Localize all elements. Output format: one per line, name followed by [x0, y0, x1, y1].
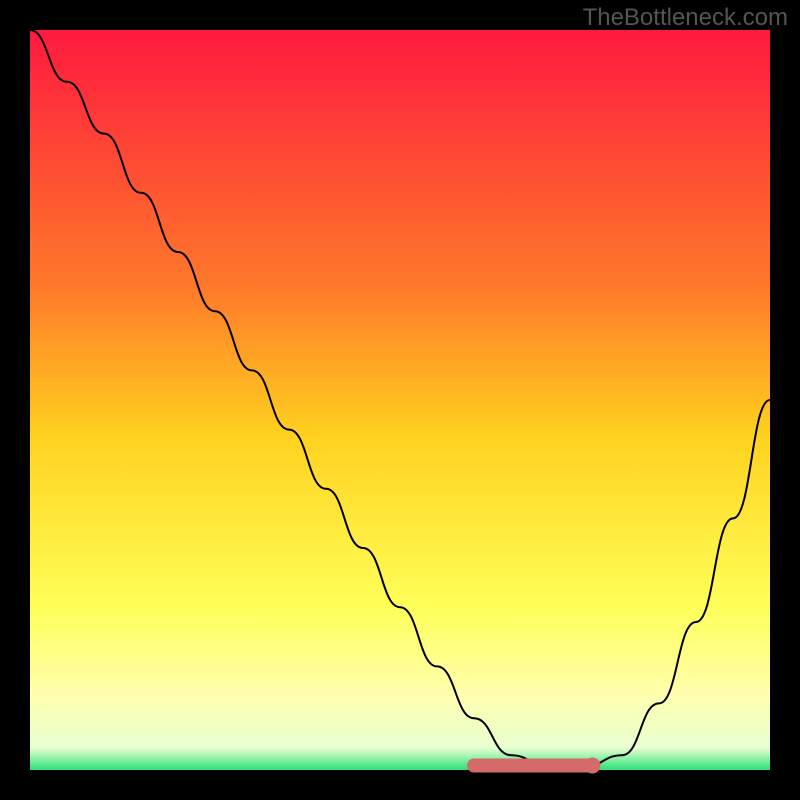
bottleneck-chart: [0, 0, 800, 800]
optimal-point-marker: [584, 758, 600, 774]
plot-background: [30, 30, 770, 770]
watermark-text: TheBottleneck.com: [583, 4, 788, 32]
